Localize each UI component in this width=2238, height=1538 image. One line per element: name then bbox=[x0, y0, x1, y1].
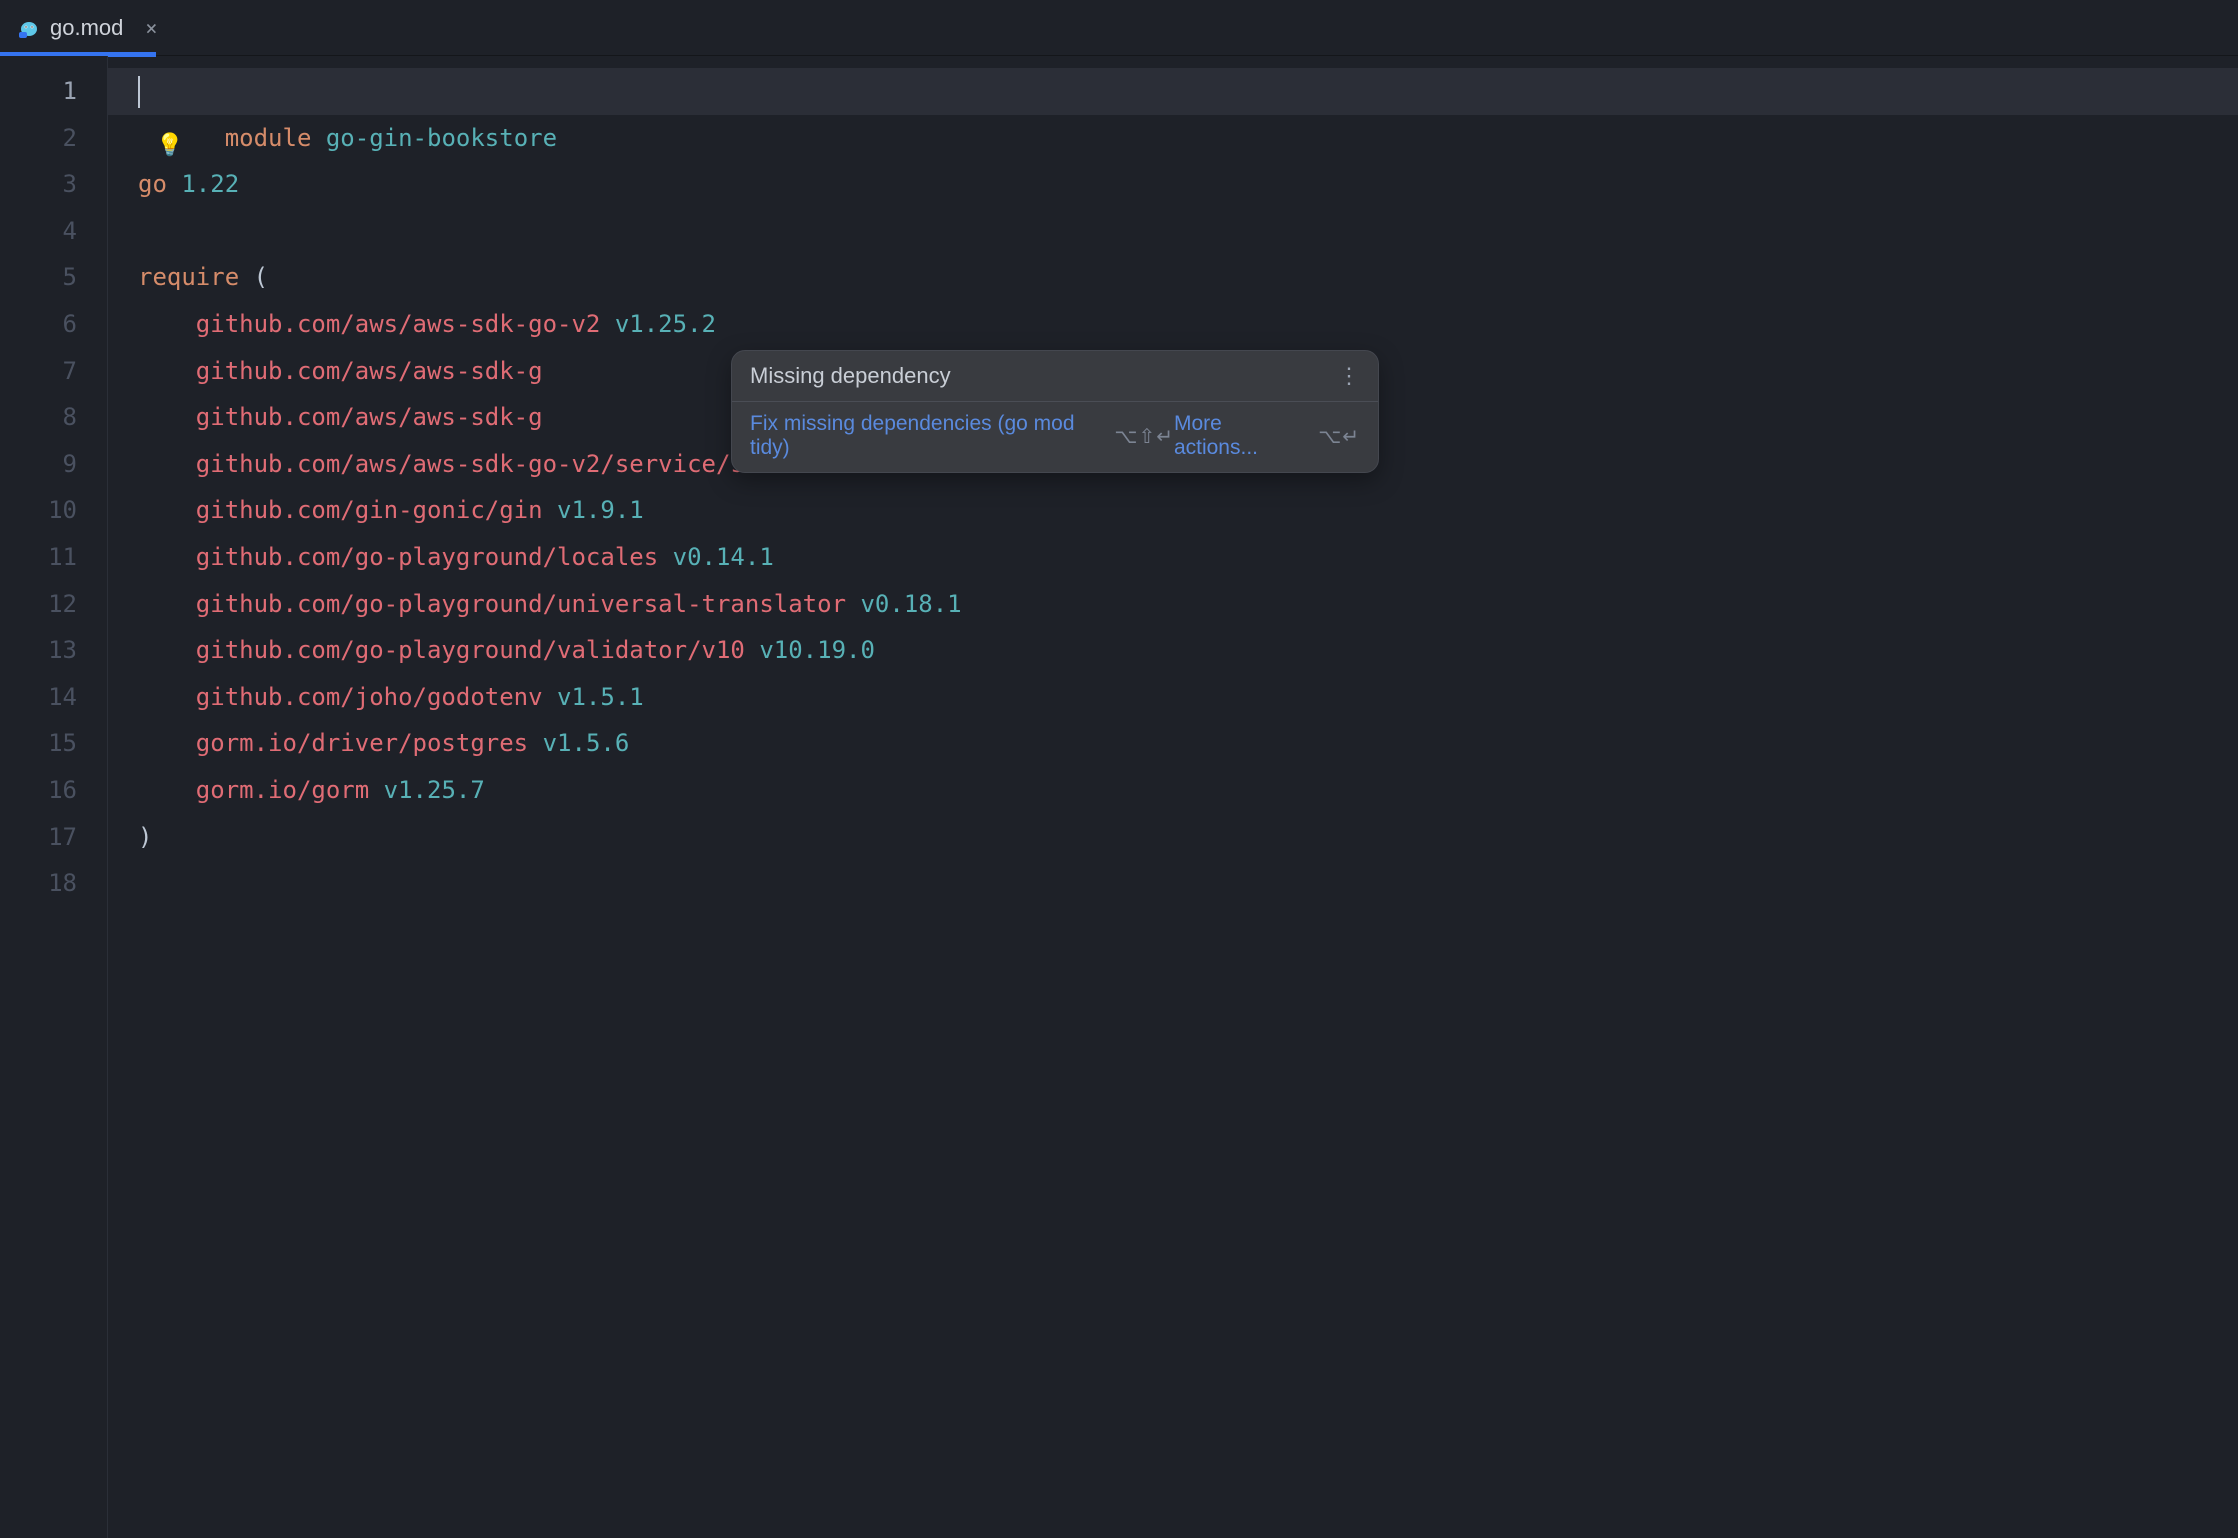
line-number[interactable]: 6 bbox=[0, 301, 107, 348]
dependency-package: gorm.io/gorm bbox=[196, 776, 369, 804]
code-line[interactable]: gorm.io/gorm v1.25.7 bbox=[108, 767, 2238, 814]
kebab-icon[interactable]: ⋮ bbox=[1338, 365, 1360, 387]
dependency-version: v1.5.6 bbox=[543, 729, 630, 757]
line-number[interactable]: 15 bbox=[0, 720, 107, 767]
dependency-package: github.com/aws/aws-sdk-go-v2/service/s3 bbox=[196, 450, 760, 478]
hint-title: Missing dependency bbox=[750, 363, 951, 389]
line-number[interactable]: 10 bbox=[0, 487, 107, 534]
code-line[interactable]: 💡 bbox=[108, 115, 2238, 162]
code-line[interactable]: go 1.22 bbox=[108, 161, 2238, 208]
code-line[interactable]: github.com/go-playground/locales v0.14.1 bbox=[108, 534, 2238, 581]
line-number[interactable]: 13 bbox=[0, 627, 107, 674]
go-version: 1.22 bbox=[181, 170, 239, 198]
dependency-version: v1.25.2 bbox=[615, 310, 716, 338]
code-line[interactable] bbox=[108, 208, 2238, 255]
editor[interactable]: 1 2 3 4 5 6 7 8 9 10 11 12 13 14 15 16 1… bbox=[0, 56, 2238, 1538]
line-number[interactable]: 11 bbox=[0, 534, 107, 581]
dependency-version: v1.25.7 bbox=[384, 776, 485, 804]
line-number[interactable]: 7 bbox=[0, 348, 107, 395]
dependency-package: github.com/go-playground/universal-trans… bbox=[196, 590, 846, 618]
code-line[interactable]: github.com/go-playground/universal-trans… bbox=[108, 581, 2238, 628]
dependency-version: v0.14.1 bbox=[673, 543, 774, 571]
tab-go-mod[interactable]: go.mod × bbox=[0, 0, 179, 56]
code-line[interactable]: require ( bbox=[108, 254, 2238, 301]
code-line[interactable]: github.com/joho/godotenv v1.5.1 bbox=[108, 674, 2238, 721]
dependency-package: github.com/aws/aws-sdk-g bbox=[196, 357, 543, 385]
paren-open: ( bbox=[254, 263, 268, 291]
code-line[interactable]: module go-gin-bookstore bbox=[108, 68, 2238, 115]
paren-close: ) bbox=[138, 823, 152, 851]
inspection-hint-popup: Missing dependency ⋮ Fix missing depende… bbox=[731, 350, 1379, 473]
line-number[interactable]: 1 bbox=[0, 68, 107, 115]
code-line[interactable]: github.com/go-playground/validator/v10 v… bbox=[108, 627, 2238, 674]
line-number[interactable]: 17 bbox=[0, 814, 107, 861]
dependency-package: gorm.io/driver/postgres bbox=[196, 729, 528, 757]
code-area[interactable]: module go-gin-bookstore 💡 go 1.22 requir… bbox=[108, 56, 2238, 1538]
code-line[interactable]: gorm.io/driver/postgres v1.5.6 bbox=[108, 720, 2238, 767]
line-number[interactable]: 9 bbox=[0, 441, 107, 488]
dependency-version: v1.9.1 bbox=[557, 496, 644, 524]
dependency-package: github.com/go-playground/validator/v10 bbox=[196, 636, 745, 664]
line-number[interactable]: 8 bbox=[0, 394, 107, 441]
dependency-version: v1.5.1 bbox=[557, 683, 644, 711]
dependency-package: github.com/go-playground/locales bbox=[196, 543, 658, 571]
more-actions-link[interactable]: More actions... bbox=[1174, 412, 1302, 460]
line-number[interactable]: 4 bbox=[0, 208, 107, 255]
dependency-package: github.com/joho/godotenv bbox=[196, 683, 543, 711]
line-number[interactable]: 18 bbox=[0, 860, 107, 907]
line-number[interactable]: 5 bbox=[0, 254, 107, 301]
dependency-version: v10.19.0 bbox=[759, 636, 875, 664]
text-cursor bbox=[138, 76, 140, 108]
shortcut-label: ⌥⇧↵ bbox=[1114, 424, 1174, 449]
keyword: require bbox=[138, 263, 239, 291]
dependency-package: github.com/gin-gonic/gin bbox=[196, 496, 543, 524]
code-line[interactable] bbox=[108, 860, 2238, 907]
dependency-package: github.com/aws/aws-sdk-go-v2 bbox=[196, 310, 601, 338]
line-number[interactable]: 2 bbox=[0, 115, 107, 162]
tab-label: go.mod bbox=[50, 15, 123, 41]
go-file-icon bbox=[18, 17, 40, 39]
fix-dependencies-link[interactable]: Fix missing dependencies (go mod tidy) bbox=[750, 412, 1098, 460]
line-number[interactable]: 14 bbox=[0, 674, 107, 721]
code-line[interactable]: github.com/aws/aws-sdk-go-v2 v1.25.2 bbox=[108, 301, 2238, 348]
tab-bar: go.mod × bbox=[0, 0, 2238, 56]
line-number[interactable]: 3 bbox=[0, 161, 107, 208]
line-number[interactable]: 16 bbox=[0, 767, 107, 814]
shortcut-label: ⌥↵ bbox=[1318, 424, 1360, 449]
code-line[interactable]: github.com/gin-gonic/gin v1.9.1 bbox=[108, 487, 2238, 534]
gutter: 1 2 3 4 5 6 7 8 9 10 11 12 13 14 15 16 1… bbox=[0, 56, 108, 1538]
code-line[interactable]: ) bbox=[108, 814, 2238, 861]
dependency-version: v0.18.1 bbox=[860, 590, 961, 618]
dependency-package: github.com/aws/aws-sdk-g bbox=[196, 403, 543, 431]
line-number[interactable]: 12 bbox=[0, 581, 107, 628]
keyword: go bbox=[138, 170, 167, 198]
close-icon[interactable]: × bbox=[141, 16, 161, 40]
